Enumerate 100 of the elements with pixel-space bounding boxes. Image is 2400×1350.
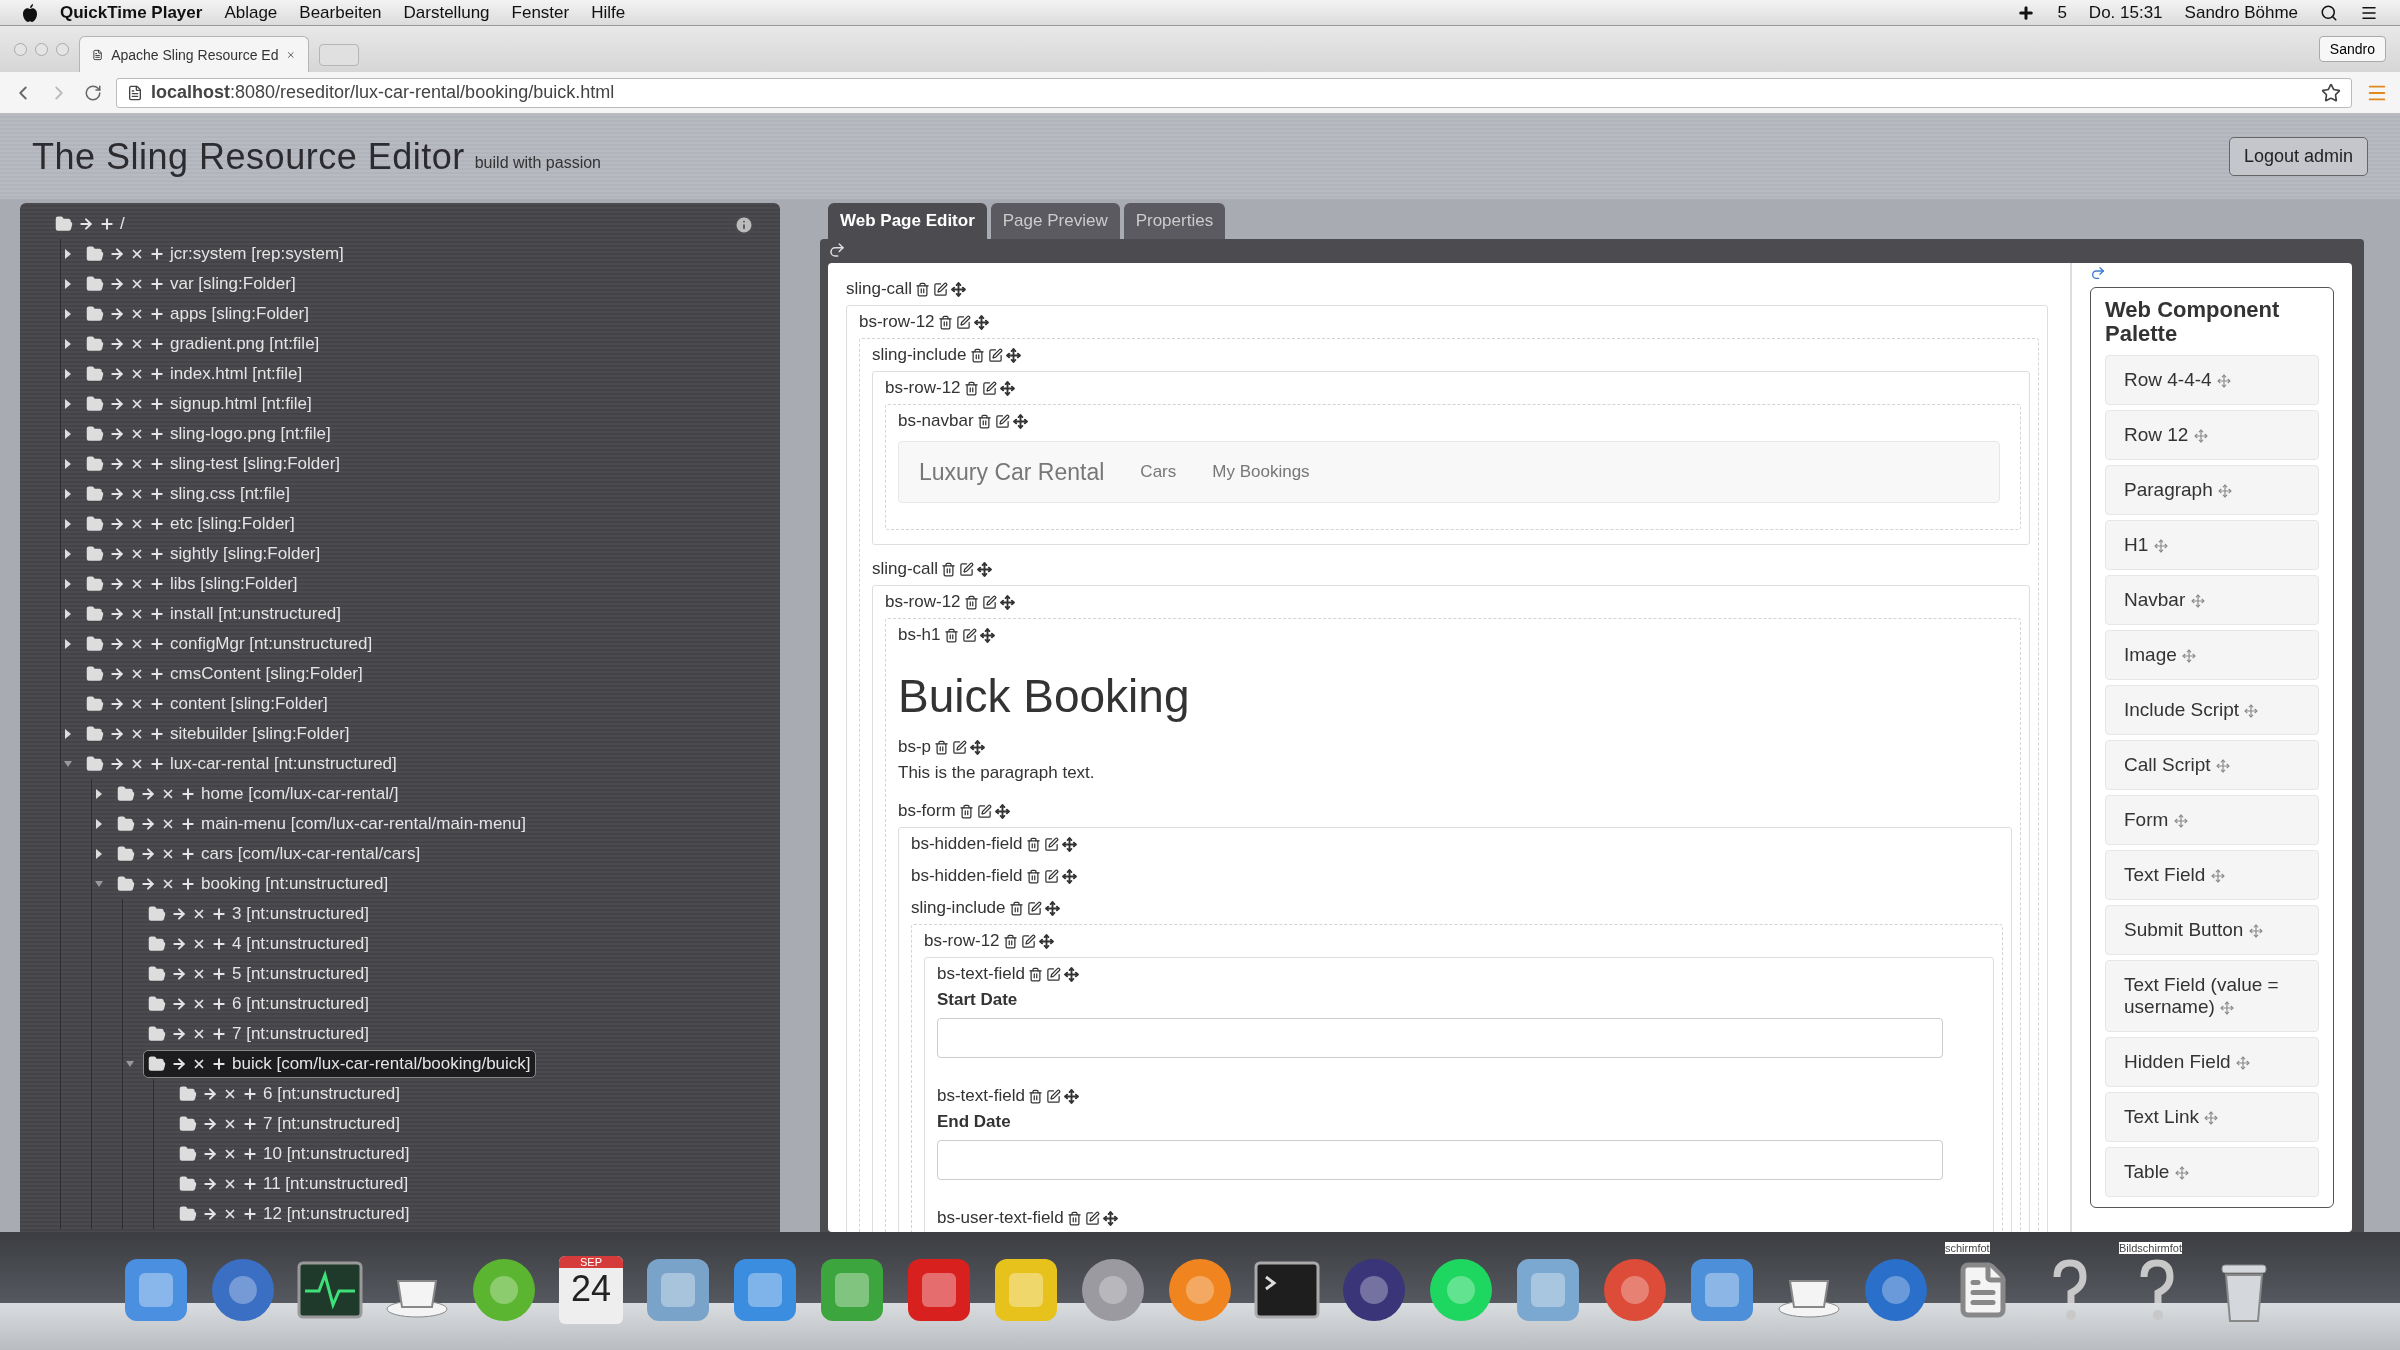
- delete-icon[interactable]: [130, 727, 144, 741]
- add-icon[interactable]: [149, 426, 165, 442]
- move-icon[interactable]: [1044, 900, 1060, 916]
- delete-icon[interactable]: [963, 380, 979, 396]
- move-icon[interactable]: [1061, 836, 1077, 852]
- palette-item[interactable]: Row 4-4-4: [2105, 355, 2319, 406]
- add-icon[interactable]: [149, 276, 165, 292]
- delete-icon[interactable]: [130, 607, 144, 621]
- delete-icon[interactable]: [937, 314, 953, 330]
- palette-item[interactable]: Navbar: [2105, 575, 2319, 626]
- delete-icon[interactable]: [192, 907, 206, 921]
- tree-item[interactable]: 7 [nt:unstructured]: [174, 1110, 406, 1138]
- apple-icon[interactable]: [22, 3, 38, 22]
- move-icon[interactable]: [1102, 1210, 1118, 1226]
- delete-icon[interactable]: [130, 247, 144, 261]
- arrow-icon[interactable]: [140, 846, 156, 862]
- add-icon[interactable]: [149, 456, 165, 472]
- delete-icon[interactable]: [1027, 966, 1043, 982]
- calendar-icon[interactable]: SEP 24: [559, 1256, 623, 1324]
- tree-item[interactable]: sightly [sling:Folder]: [81, 540, 326, 568]
- add-icon[interactable]: [211, 966, 227, 982]
- arrow-icon[interactable]: [109, 726, 125, 742]
- logout-button[interactable]: Logout admin: [2228, 137, 2368, 176]
- arrow-icon[interactable]: [109, 666, 125, 682]
- delete-icon[interactable]: [963, 594, 979, 610]
- edit-icon[interactable]: [955, 314, 971, 330]
- palette-item[interactable]: Table: [2105, 1147, 2319, 1198]
- arrow-icon[interactable]: [140, 816, 156, 832]
- delete-icon[interactable]: [1027, 1088, 1043, 1104]
- browser-tab[interactable]: Apache Sling Resource Ed: [79, 36, 309, 72]
- expand-toggle[interactable]: [126, 1061, 134, 1067]
- move-icon[interactable]: [1061, 868, 1077, 884]
- arrow-icon[interactable]: [171, 936, 187, 952]
- menu-item[interactable]: Bearbeiten: [299, 2, 382, 23]
- search-icon[interactable]: [2320, 3, 2338, 22]
- move-icon[interactable]: [977, 561, 993, 577]
- edit-icon[interactable]: [1026, 900, 1042, 916]
- reload-icon[interactable]: [84, 83, 102, 102]
- add-icon[interactable]: [149, 246, 165, 262]
- delete-icon[interactable]: [1066, 1210, 1082, 1226]
- arrow-icon[interactable]: [171, 996, 187, 1012]
- input-field[interactable]: [937, 1140, 1944, 1180]
- tab[interactable]: Web Page Editor: [828, 203, 987, 239]
- move-icon[interactable]: [1063, 1088, 1079, 1104]
- tree-item[interactable]: cmsContent [sling:Folder]: [81, 660, 368, 688]
- add-icon[interactable]: [180, 786, 196, 802]
- add-icon[interactable]: [149, 666, 165, 682]
- delete-icon[interactable]: [976, 413, 992, 429]
- app-icon[interactable]: [1167, 1257, 1233, 1323]
- delete-icon[interactable]: [223, 1087, 237, 1101]
- app-icon[interactable]: [1341, 1257, 1407, 1323]
- tree-item[interactable]: 4 [nt:unstructured]: [143, 930, 375, 958]
- tree-item[interactable]: index.html [nt:file]: [81, 360, 308, 388]
- delete-icon[interactable]: [130, 397, 144, 411]
- app-icon[interactable]: [906, 1257, 972, 1323]
- delete-icon[interactable]: [223, 1147, 237, 1161]
- palette-item[interactable]: Call Script: [2105, 740, 2319, 791]
- app-menu[interactable]: QuickTime Player: [60, 2, 203, 23]
- tree-item[interactable]: cars [com/lux-car-rental/cars]: [112, 840, 426, 868]
- delete-icon[interactable]: [943, 627, 959, 643]
- add-icon[interactable]: [242, 1116, 258, 1132]
- arrow-icon[interactable]: [171, 906, 187, 922]
- add-icon[interactable]: [180, 846, 196, 862]
- arrow-icon[interactable]: [109, 636, 125, 652]
- arrow-icon[interactable]: [109, 516, 125, 532]
- redo-icon[interactable]: [2090, 265, 2106, 281]
- edit-icon[interactable]: [1045, 966, 1061, 982]
- add-icon[interactable]: [149, 396, 165, 412]
- add-icon[interactable]: [149, 366, 165, 382]
- redo-icon[interactable]: [828, 241, 846, 259]
- delete-icon[interactable]: [130, 427, 144, 441]
- move-icon[interactable]: [1012, 413, 1028, 429]
- tree-item[interactable]: install [nt:unstructured]: [81, 600, 347, 628]
- delete-icon[interactable]: [130, 277, 144, 291]
- tree-item[interactable]: 6 [nt:unstructured]: [174, 1080, 406, 1108]
- delete-icon[interactable]: [192, 997, 206, 1011]
- delete-icon[interactable]: [1008, 900, 1024, 916]
- add-icon[interactable]: [149, 336, 165, 352]
- add-icon[interactable]: [149, 306, 165, 322]
- arrow-icon[interactable]: [140, 786, 156, 802]
- add-icon[interactable]: [211, 996, 227, 1012]
- move-icon[interactable]: [1063, 966, 1079, 982]
- palette-item[interactable]: Form: [2105, 795, 2319, 846]
- tree-item[interactable]: home [com/lux-car-rental/]: [112, 780, 404, 808]
- tree-item[interactable]: libs [sling:Folder]: [81, 570, 303, 598]
- palette-item[interactable]: Text Link: [2105, 1092, 2319, 1143]
- tree-item[interactable]: content [sling:Folder]: [81, 690, 333, 718]
- delete-icon[interactable]: [161, 847, 175, 861]
- delete-icon[interactable]: [130, 337, 144, 351]
- delete-icon[interactable]: [130, 637, 144, 651]
- palette-item[interactable]: Text Field (value = username): [2105, 960, 2319, 1033]
- delete-icon[interactable]: [223, 1117, 237, 1131]
- menu-item[interactable]: Darstellung: [403, 2, 490, 23]
- app-icon[interactable]: [123, 1257, 189, 1323]
- add-icon[interactable]: [149, 546, 165, 562]
- profile-button[interactable]: Sandro: [2318, 36, 2386, 62]
- edit-icon[interactable]: [933, 281, 949, 297]
- edit-icon[interactable]: [1020, 933, 1036, 949]
- palette-item[interactable]: H1: [2105, 520, 2319, 571]
- expand-toggle[interactable]: [64, 761, 72, 767]
